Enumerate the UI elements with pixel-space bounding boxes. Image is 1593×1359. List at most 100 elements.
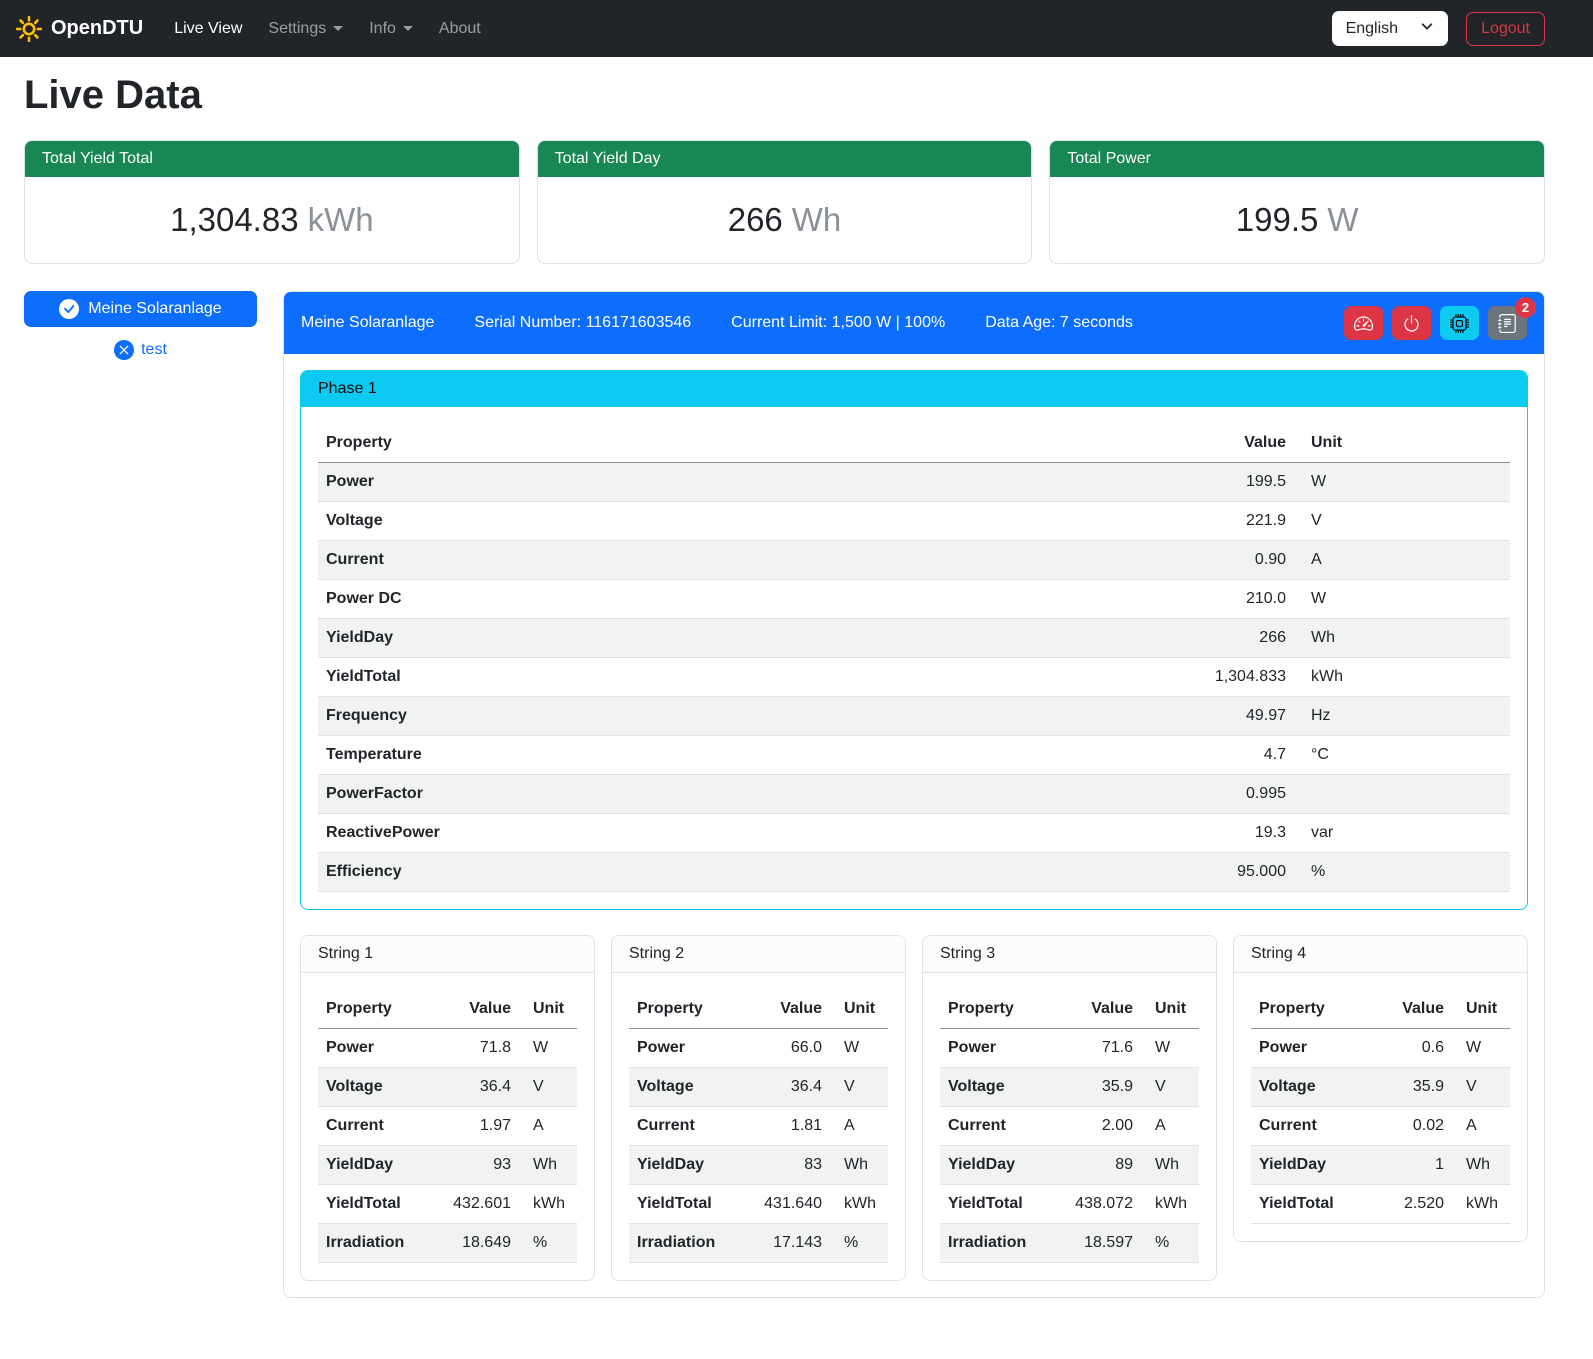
- speedometer-icon: [1354, 314, 1373, 333]
- property-cell: YieldTotal: [318, 1185, 431, 1224]
- unit-cell: V: [1141, 1068, 1199, 1107]
- inverter-actions: 2: [1344, 306, 1527, 340]
- property-cell: Power: [318, 463, 902, 502]
- property-cell: YieldDay: [940, 1146, 1053, 1185]
- value-cell: 4.7: [902, 736, 1294, 775]
- property-cell: Irradiation: [940, 1224, 1053, 1263]
- unit-cell: var: [1294, 814, 1510, 853]
- string-4-panel: String 4 Property Value Unit: [1233, 935, 1528, 1242]
- table-row: Power 199.5 W: [318, 463, 1510, 502]
- col-value: Value: [1374, 990, 1452, 1029]
- top-navbar: OpenDTU Live View Settings Info About En…: [0, 0, 1593, 57]
- card-total-yield-day: Total Yield Day 266Wh: [537, 140, 1033, 264]
- table-row: YieldTotal 431.640 kWh: [629, 1185, 888, 1224]
- caret-down-icon: [333, 26, 343, 31]
- table-row: Voltage 221.9 V: [318, 502, 1510, 541]
- table-row: Current 0.02 A: [1251, 1107, 1510, 1146]
- table-row: Current 2.00 A: [940, 1107, 1199, 1146]
- unit-cell: V: [519, 1068, 577, 1107]
- nav-item-live-view[interactable]: Live View: [161, 12, 255, 46]
- unit-cell: kWh: [1452, 1185, 1510, 1224]
- unit-cell: kWh: [519, 1185, 577, 1224]
- value-cell: 36.4: [742, 1068, 830, 1107]
- table-header-row: Property Value Unit: [318, 424, 1510, 463]
- brand[interactable]: OpenDTU: [16, 16, 143, 42]
- unit-cell: V: [1452, 1068, 1510, 1107]
- value-cell: 18.649: [431, 1224, 519, 1263]
- table-row: YieldTotal 2.520 kWh: [1251, 1185, 1510, 1224]
- property-cell: Power: [629, 1029, 742, 1068]
- table-row: Voltage 36.4 V: [318, 1068, 577, 1107]
- sidebar-item-meine-solaranlage[interactable]: Meine Solaranlage: [24, 291, 257, 327]
- table-row: Irradiation 18.597 %: [940, 1224, 1199, 1263]
- col-unit: Unit: [1141, 990, 1199, 1029]
- table-row: Voltage 35.9 V: [1251, 1068, 1510, 1107]
- unit-cell: Wh: [1141, 1146, 1199, 1185]
- value-cell: 18.597: [1053, 1224, 1141, 1263]
- inverter-serial: Serial Number: 116171603546: [474, 314, 691, 332]
- nav-item-about[interactable]: About: [426, 12, 494, 46]
- card-title: Total Yield Total: [25, 141, 519, 177]
- nav-item-settings[interactable]: Settings: [255, 12, 356, 46]
- table-row: Current 1.81 A: [629, 1107, 888, 1146]
- string-1-panel: String 1 Property Value Unit: [300, 935, 595, 1281]
- unit-cell: W: [519, 1029, 577, 1068]
- unit-cell: V: [830, 1068, 888, 1107]
- unit-cell: W: [1294, 580, 1510, 619]
- value-cell: 1.97: [431, 1107, 519, 1146]
- sidebar-item-label: test: [141, 341, 167, 359]
- col-property: Property: [1251, 990, 1374, 1029]
- card-unit: Wh: [792, 201, 842, 238]
- table-row: ReactivePower 19.3 var: [318, 814, 1510, 853]
- card-title: Total Yield Day: [538, 141, 1032, 177]
- value-cell: 2.00: [1053, 1107, 1141, 1146]
- power-toggle-button[interactable]: [1392, 306, 1431, 340]
- value-cell: 0.6: [1374, 1029, 1452, 1068]
- logout-button[interactable]: Logout: [1466, 12, 1545, 46]
- limit-settings-button[interactable]: [1344, 306, 1383, 340]
- string-3-panel: String 3 Property Value Unit: [922, 935, 1217, 1281]
- table-row: Efficiency 95.000 %: [318, 853, 1510, 892]
- check-circle-icon: [59, 299, 79, 319]
- inverter-sidebar: Meine Solaranlage test: [24, 291, 257, 360]
- unit-cell: %: [1294, 853, 1510, 892]
- card-value: 199.5: [1236, 201, 1319, 238]
- card-total-power: Total Power 199.5W: [1049, 140, 1545, 264]
- device-info-button[interactable]: [1440, 306, 1479, 340]
- unit-cell: Wh: [519, 1146, 577, 1185]
- value-cell: 431.640: [742, 1185, 830, 1224]
- string-4-table: Property Value Unit Power: [1251, 990, 1510, 1224]
- card-value: 1,304.83: [170, 201, 298, 238]
- table-row: YieldDay 266 Wh: [318, 619, 1510, 658]
- language-select[interactable]: English: [1332, 11, 1448, 46]
- string-panel-title: String 3: [923, 936, 1216, 973]
- nav-item-info[interactable]: Info: [356, 12, 426, 46]
- col-unit: Unit: [519, 990, 577, 1029]
- table-header-row: Property Value Unit: [940, 990, 1199, 1029]
- table-header-row: Property Value Unit: [1251, 990, 1510, 1029]
- value-cell: 0.995: [902, 775, 1294, 814]
- table-row: Irradiation 17.143 %: [629, 1224, 888, 1263]
- power-icon: [1402, 314, 1421, 333]
- sidebar-item-test[interactable]: test: [24, 340, 257, 360]
- table-row: YieldDay 83 Wh: [629, 1146, 888, 1185]
- property-cell: Current: [318, 541, 902, 580]
- value-cell: 35.9: [1053, 1068, 1141, 1107]
- table-header-row: Property Value Unit: [318, 990, 577, 1029]
- phase-panel-title: Phase 1: [301, 371, 1527, 407]
- string-panel-title: String 2: [612, 936, 905, 973]
- inverter-card: Meine Solaranlage Serial Number: 1161716…: [283, 291, 1545, 1298]
- value-cell: 210.0: [902, 580, 1294, 619]
- unit-cell: W: [1141, 1029, 1199, 1068]
- event-log-button[interactable]: 2: [1488, 306, 1527, 340]
- table-row: YieldDay 1 Wh: [1251, 1146, 1510, 1185]
- strings-row: String 1 Property Value Unit: [300, 935, 1528, 1281]
- property-cell: Power: [1251, 1029, 1374, 1068]
- value-cell: 93: [431, 1146, 519, 1185]
- property-cell: YieldDay: [629, 1146, 742, 1185]
- journal-icon: [1498, 314, 1517, 333]
- string-2-panel: String 2 Property Value Unit: [611, 935, 906, 1281]
- unit-cell: kWh: [830, 1185, 888, 1224]
- property-cell: Voltage: [318, 502, 902, 541]
- property-cell: Power DC: [318, 580, 902, 619]
